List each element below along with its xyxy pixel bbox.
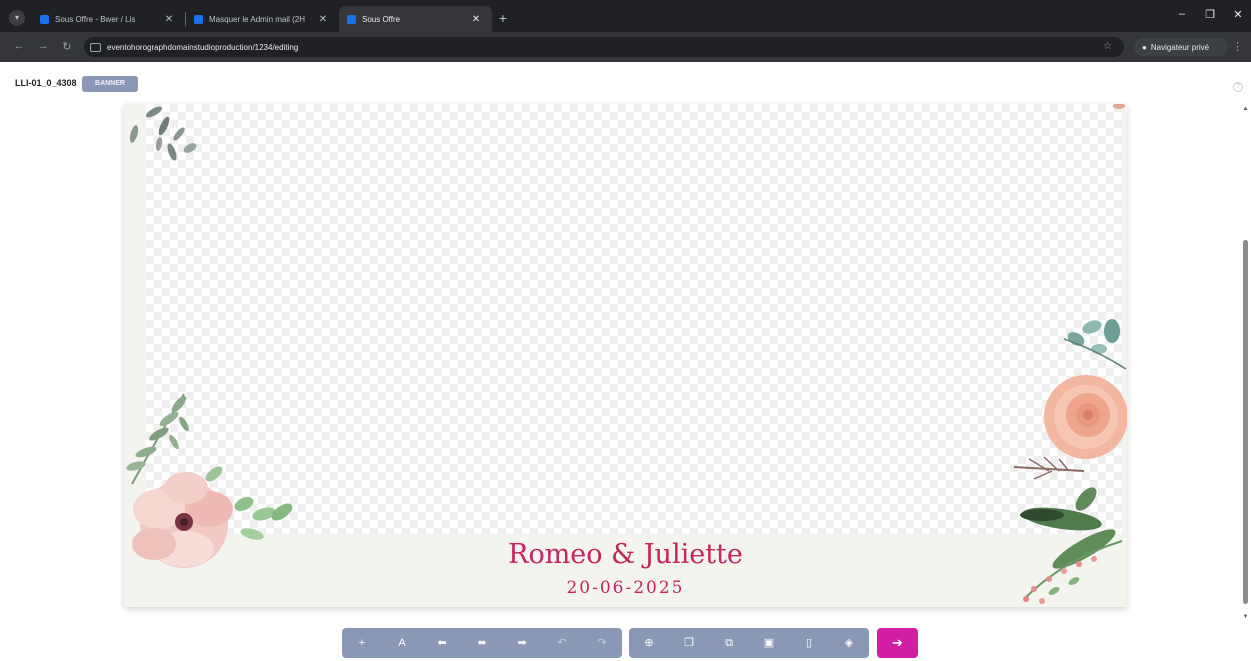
site-info-icon[interactable] xyxy=(90,42,101,52)
page-scrollbar[interactable]: ▲ ▼ xyxy=(1241,104,1250,620)
reload-icon[interactable]: ↻ xyxy=(60,40,74,53)
close-tab-icon[interactable]: ✕ xyxy=(470,14,482,25)
design-canvas[interactable]: Romeo & Juliette 20-06-2025 xyxy=(124,104,1127,607)
scrollbar-thumb[interactable] xyxy=(1243,240,1248,604)
address-bar[interactable]: eventohorographdomainstudioproduction/12… xyxy=(84,37,1124,57)
help-icon[interactable]: ? xyxy=(1233,82,1243,92)
minimize-icon[interactable]: – xyxy=(1175,8,1189,21)
leaves-decoration-top-left xyxy=(129,106,197,161)
new-tab-button[interactable]: + xyxy=(492,6,514,32)
event-date-text[interactable]: 20-06-2025 xyxy=(124,578,1127,598)
site-favicon-icon xyxy=(40,14,49,24)
layer-icon[interactable]: ◈ xyxy=(829,628,869,658)
save-icon[interactable]: ▣ xyxy=(749,628,789,658)
url-text: eventohorographdomainstudioproduction/12… xyxy=(107,42,299,52)
browser-tab-1[interactable]: Sous Offre - Bwer / Lis ✕ xyxy=(32,6,185,32)
browser-menu-icon[interactable]: ⋮ xyxy=(1232,40,1243,53)
font-icon[interactable]: A xyxy=(382,628,422,658)
incognito-icon: ● xyxy=(1142,42,1147,52)
zoom-icon[interactable]: ⊕ xyxy=(629,628,669,658)
status-badge: BANNER xyxy=(82,76,138,92)
text-tools-group: + A ⬅ ⬌ ➡ ↶ ↷ xyxy=(342,628,622,658)
flower-decoration-top-right xyxy=(1113,104,1125,109)
site-favicon-icon xyxy=(194,14,203,24)
add-text-icon[interactable]: + xyxy=(342,628,382,658)
align-center-icon[interactable]: ⬌ xyxy=(462,628,502,658)
browser-tab-2[interactable]: Masquer le Admin mail (2H ✕ xyxy=(186,6,339,32)
scroll-up-icon[interactable]: ▲ xyxy=(1241,106,1250,112)
align-right-icon[interactable]: ➡ xyxy=(502,628,542,658)
close-tab-icon[interactable]: ✕ xyxy=(317,14,329,25)
next-step-button[interactable]: ➔ xyxy=(877,628,918,658)
profile-label: Navigateur privé xyxy=(1150,42,1210,52)
copy-icon[interactable]: ❐ xyxy=(669,628,709,658)
delete-icon[interactable]: ▯ xyxy=(789,628,829,658)
text-tools-toolbar: + A ⬅ ⬌ ➡ ↶ ↷ xyxy=(342,628,622,658)
tab-strip: Sous Offre - Bwer / Lis ✕ Masquer le Adm… xyxy=(32,6,514,32)
tab-title: Masquer le Admin mail (2H xyxy=(209,14,306,24)
object-tools-toolbar: ⊕ ❐ ⧉ ▣ ▯ ◈ xyxy=(629,628,869,658)
browser-tab-3-active[interactable]: Sous Offre ✕ xyxy=(339,6,492,32)
restore-icon[interactable]: ❐ xyxy=(1203,8,1217,21)
browser-toolbar: ← → ↻ eventohorographdomainstudioproduct… xyxy=(0,32,1251,62)
duplicate-icon[interactable]: ⧉ xyxy=(709,628,749,658)
close-window-icon[interactable]: ✕ xyxy=(1231,8,1245,21)
back-icon[interactable]: ← xyxy=(12,40,26,52)
tab-search-icon[interactable]: ▾ xyxy=(9,10,25,26)
site-favicon-icon xyxy=(347,14,356,24)
arrow-right-icon: ➔ xyxy=(892,635,903,650)
tab-title: Sous Offre xyxy=(362,14,401,24)
align-left-icon[interactable]: ⬅ xyxy=(422,628,462,658)
bookmark-star-icon[interactable]: ☆ xyxy=(1103,41,1112,52)
tab-title: Sous Offre - Bwer / Lis xyxy=(55,14,136,24)
close-tab-icon[interactable]: ✕ xyxy=(163,14,175,25)
browser-tab-bar: ▾ Sous Offre - Bwer / Lis ✕ Masquer le A… xyxy=(0,0,1251,32)
document-id: LLI-01_0_4308 xyxy=(15,78,77,88)
scroll-down-icon[interactable]: ▼ xyxy=(1241,614,1250,620)
couple-names-text[interactable]: Romeo & Juliette xyxy=(124,539,1127,570)
profile-button[interactable]: ● Navigateur privé xyxy=(1134,38,1228,56)
window-controls: – ❐ ✕ xyxy=(1175,8,1245,21)
object-tools-group: ⊕ ❐ ⧉ ▣ ▯ ◈ xyxy=(629,628,869,658)
redo-icon[interactable]: ↷ xyxy=(582,628,622,658)
undo-icon[interactable]: ↶ xyxy=(542,628,582,658)
forward-icon[interactable]: → xyxy=(36,40,50,52)
